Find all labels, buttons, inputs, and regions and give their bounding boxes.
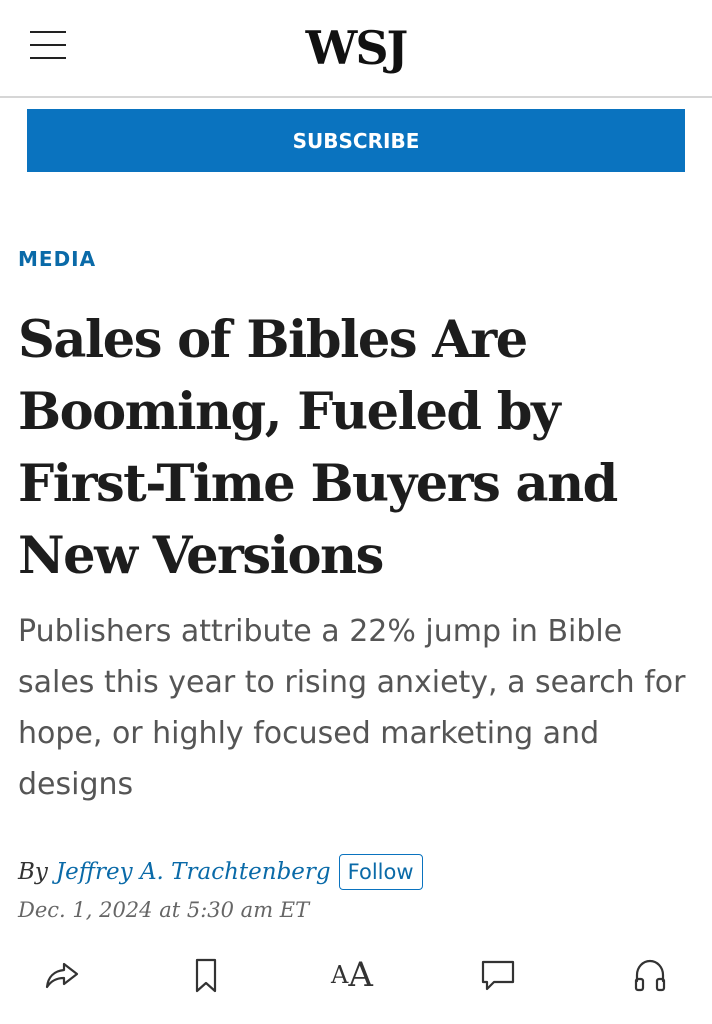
byline-prefix: By [18, 859, 48, 885]
listen-icon[interactable] [626, 952, 674, 998]
subscribe-button[interactable]: SUBSCRIBE [27, 109, 685, 172]
wsj-logo[interactable]: WSJ [0, 22, 712, 74]
section-label[interactable]: MEDIA [18, 247, 96, 271]
text-size-big-letter: A [348, 955, 373, 995]
bookmark-icon[interactable] [182, 952, 230, 998]
article-action-bar: AA [0, 950, 712, 1000]
comment-icon[interactable] [474, 952, 522, 998]
article-headline: Sales of Bibles Are Booming, Fueled by F… [18, 310, 618, 586]
share-icon[interactable] [38, 952, 86, 998]
follow-button[interactable]: Follow [338, 854, 423, 890]
byline: By Jeffrey A. Trachtenberg Follow [18, 852, 423, 892]
text-size-icon[interactable]: AA [328, 952, 376, 998]
author-link[interactable]: Jeffrey A. Trachtenberg [56, 859, 331, 885]
text-size-small-letter: A [331, 961, 349, 989]
article-subheadline: Publishers attribute a 22% jump in Bible… [18, 614, 686, 802]
publish-date: Dec. 1, 2024 at 5:30 am ET [18, 898, 310, 922]
top-bar: WSJ [0, 0, 712, 98]
